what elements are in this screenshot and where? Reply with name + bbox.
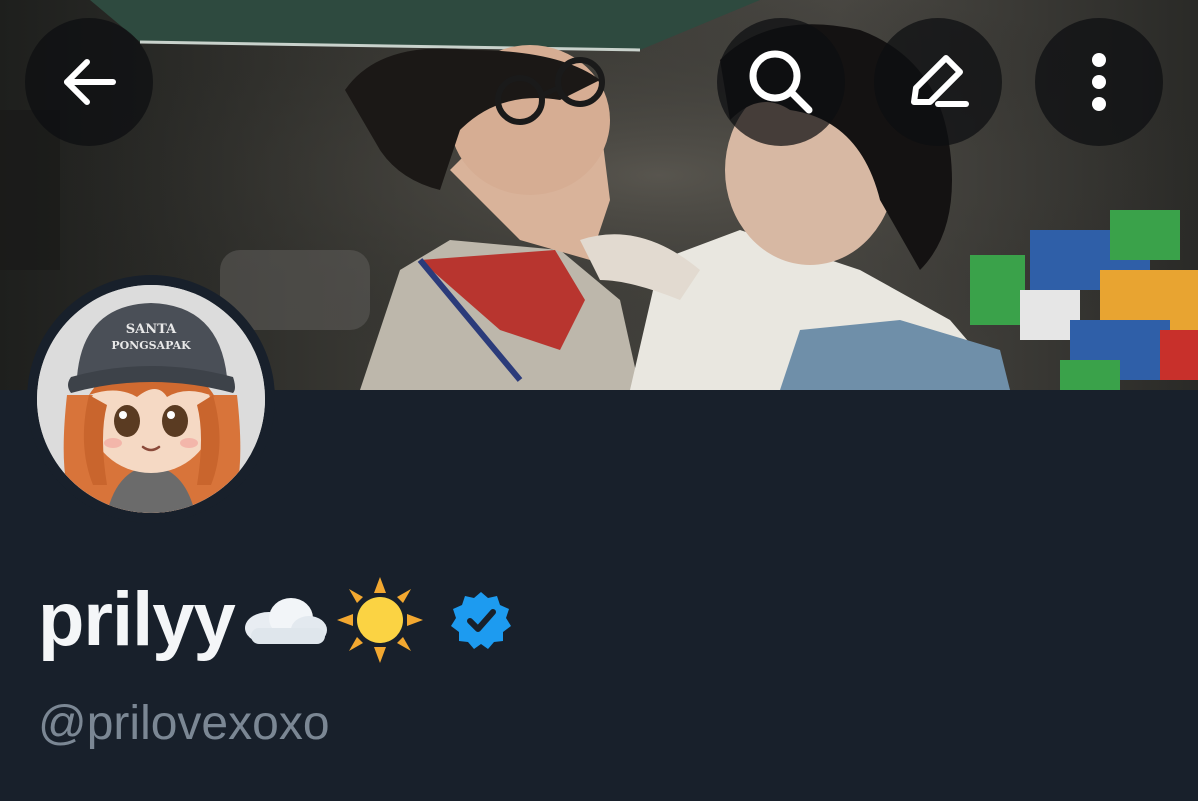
avatar[interactable]: SANTA PONGSAPAK [37, 285, 265, 513]
sun-emoji [335, 575, 425, 665]
search-icon [749, 50, 813, 114]
more-options-button[interactable] [1035, 18, 1163, 146]
avatar-ring: SANTA PONGSAPAK [27, 275, 275, 523]
more-vertical-icon [1092, 53, 1106, 111]
cap-text-line1: SANTA [126, 322, 177, 337]
arrow-left-icon [64, 59, 116, 105]
pencil-icon [911, 55, 969, 107]
display-name: prilyy [38, 577, 236, 662]
profile-handle: @prilovexoxo [38, 697, 330, 750]
edit-button[interactable] [874, 18, 1002, 146]
cap-text-line2: PONGSAPAK [111, 339, 191, 352]
back-button[interactable] [25, 18, 153, 146]
verified-badge-icon[interactable] [450, 590, 511, 650]
search-button[interactable] [717, 18, 845, 146]
display-name-row: prilyy [38, 570, 511, 670]
cloud-emoji [239, 590, 329, 650]
profile-page: SANTA PONGSAPAK prilyy @prilovexoxo [0, 0, 1198, 801]
